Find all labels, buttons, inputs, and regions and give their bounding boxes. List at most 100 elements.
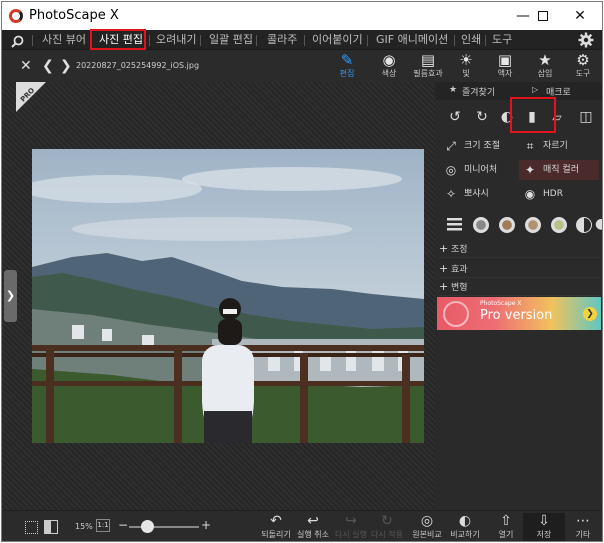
tool-film[interactable]: ▤ 필름효과	[410, 51, 446, 81]
favorites-label[interactable]: 즐겨찾기	[462, 85, 495, 98]
magic-color-button[interactable]: ✦ 매직 컬러	[519, 160, 599, 180]
menu-photo-viewer[interactable]: 사진 뷰어	[39, 32, 89, 48]
revert-button[interactable]: ↶ 되돌리기	[256, 513, 296, 541]
expand-plus-icon: +	[439, 262, 449, 275]
left-panel-toggle[interactable]: ❯	[4, 270, 17, 322]
filter-list-icon[interactable]	[447, 217, 462, 232]
menu-print[interactable]: 인쇄	[458, 32, 484, 48]
tool-edit[interactable]: ✎ 편집	[329, 51, 365, 81]
section-effects[interactable]: + 효과	[439, 260, 599, 278]
filter-green-icon[interactable]	[551, 217, 567, 233]
open-icon: ⇧	[500, 513, 512, 529]
soften-label: 뽀샤시	[464, 189, 489, 199]
section-adjust[interactable]: + 조정	[439, 240, 599, 258]
fit-view-icon[interactable]	[25, 521, 38, 534]
maximize-button[interactable]	[528, 6, 558, 26]
filter-sepia-icon[interactable]	[499, 217, 515, 233]
open-label: 열기	[498, 530, 514, 539]
settings-gear-icon[interactable]	[578, 32, 594, 48]
pro-version-banner[interactable]: PhotoScape X Pro version ❯	[437, 297, 601, 330]
menu-tools[interactable]: 도구	[489, 32, 515, 48]
zoom-in-icon[interactable]: +	[201, 518, 211, 532]
more-button[interactable]: ⋯ 기타	[568, 513, 598, 541]
soften-button[interactable]: ✧ 뽀샤시	[444, 184, 516, 204]
expand-plus-icon: +	[439, 280, 449, 293]
redo-button[interactable]: ↪ 다시 실행	[333, 513, 369, 541]
search-icon[interactable]	[11, 33, 24, 48]
banner-arrow-icon: ❯	[583, 307, 597, 321]
edit-panel: ★ 즐겨찾기 ▷ 매크로 ↺ ↻ ◐ ▮ ▱ ◫ ▤ ⤢크기 조절 ⌗자르기 ◎…	[435, 82, 602, 510]
soften-icon: ✧	[445, 186, 457, 201]
close-button[interactable]: ✕	[565, 6, 595, 26]
filter-drop-icon[interactable]: ●	[595, 216, 602, 232]
reapply-label: 다시 적용	[371, 530, 403, 539]
menu-combine[interactable]: 이어붙이기	[309, 32, 366, 48]
tool-light-label: 빛	[462, 69, 470, 78]
tool-insert-label: 삽입	[537, 69, 553, 78]
undo-button[interactable]: ↩ 실행 취소	[294, 513, 332, 541]
magic-color-icon: ✦	[524, 162, 536, 177]
frame-icon: ▣	[497, 51, 513, 69]
photo-editor-highlight-box	[90, 29, 146, 50]
save-button[interactable]: ⇩ 저장	[523, 513, 565, 541]
rotate-left-icon[interactable]: ↺	[444, 106, 466, 128]
menu-gif-animation[interactable]: GIF 애니메이션	[373, 32, 451, 48]
macro-play-icon[interactable]: ▷	[532, 85, 538, 94]
actual-size-button[interactable]: 1:1	[96, 519, 110, 532]
revert-icon: ↶	[270, 513, 282, 529]
zoom-out-icon[interactable]: −	[118, 518, 128, 532]
filter-warm-icon[interactable]	[525, 217, 541, 233]
flip-vertical-icon[interactable]: ▤	[597, 106, 602, 128]
image-canvas[interactable]: PRO ❯	[2, 82, 435, 510]
tool-tools[interactable]: ⚙ 도구	[565, 51, 601, 81]
resize-button[interactable]: ⤢ 크기 조절	[444, 136, 516, 156]
close-image-icon[interactable]: ✕	[20, 58, 32, 74]
zoom-slider-track[interactable]	[129, 526, 199, 528]
reapply-button[interactable]: ↻ 다시 적용	[369, 513, 405, 541]
banner-decoration-icon	[443, 301, 469, 327]
menu-batch-editor[interactable]: 일괄 편집	[206, 32, 256, 48]
undo-label: 실행 취소	[297, 530, 329, 539]
compare-original-button[interactable]: ◎ 원본비교	[408, 513, 446, 541]
magic-color-label: 매직 컬러	[543, 165, 579, 175]
compare-original-label: 원본비교	[412, 530, 442, 539]
rotate-right-icon[interactable]: ↻	[471, 106, 493, 128]
zoom-slider-knob[interactable]	[140, 520, 154, 533]
undo-icon: ↩	[307, 513, 319, 529]
reapply-icon: ↻	[381, 513, 393, 529]
filter-gray-icon[interactable]	[473, 217, 489, 233]
save-label: 저장	[536, 530, 552, 539]
section-transform[interactable]: + 변형	[439, 278, 599, 296]
previous-image-icon[interactable]: ❮	[42, 58, 54, 74]
banner-title: Pro version	[480, 308, 553, 323]
menu-cut-out[interactable]: 오려내기	[153, 32, 199, 48]
next-image-icon[interactable]: ❯	[60, 58, 72, 74]
light-icon: ☀	[459, 51, 473, 69]
file-name: 20220827_025254992_iOS.jpg	[76, 61, 200, 70]
app-title: PhotoScape X	[29, 8, 119, 23]
filter-contrast-icon[interactable]	[576, 217, 592, 233]
more-label: 기타	[575, 530, 591, 539]
miniature-button[interactable]: ◎ 미니어처	[444, 160, 516, 180]
favorites-star-icon[interactable]: ★	[449, 85, 457, 95]
pencil-icon: ✎	[340, 51, 354, 69]
redo-label: 다시 실행	[335, 530, 367, 539]
save-icon: ⇩	[538, 513, 550, 529]
hdr-icon: ◉	[524, 186, 536, 201]
tool-light[interactable]: ☀ 빛	[448, 51, 484, 81]
tool-frame[interactable]: ▣ 액자	[487, 51, 523, 81]
open-button[interactable]: ⇧ 열기	[491, 513, 521, 541]
crop-icon: ⌗	[526, 138, 534, 153]
compare-button[interactable]: ◐ 비교하기	[446, 513, 484, 541]
tool-insert[interactable]: ★ 삽입	[527, 51, 563, 81]
flip-horizontal-icon[interactable]: ◫	[575, 106, 597, 128]
tool-color[interactable]: ◉ 색상	[371, 51, 407, 81]
tool-tools-label: 도구	[575, 69, 591, 78]
hdr-button[interactable]: ◉ HDR	[523, 184, 597, 204]
perspective-highlight-box	[510, 97, 556, 133]
menu-collage[interactable]: 콜라주	[264, 32, 300, 48]
split-view-icon[interactable]	[44, 520, 58, 534]
revert-label: 되돌리기	[261, 530, 291, 539]
crop-button[interactable]: ⌗ 자르기	[523, 136, 597, 156]
film-icon: ▤	[420, 51, 436, 69]
